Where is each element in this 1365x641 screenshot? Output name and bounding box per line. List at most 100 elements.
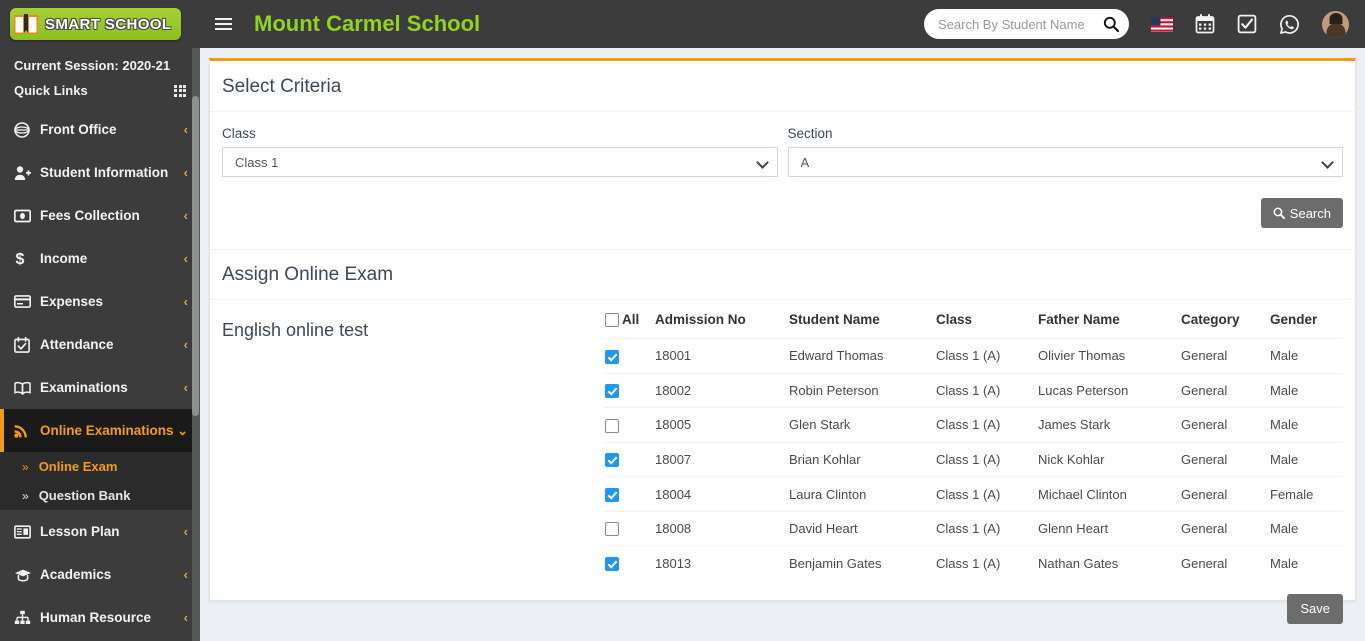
row-checkbox[interactable] [605,557,619,571]
sidebar-item-academics[interactable]: Academics ‹ [0,553,200,596]
sidebar-item-label: Student Information [40,165,168,180]
section-label: Section [788,126,1344,141]
hamburger-icon[interactable] [206,0,240,48]
chevron-left-icon: ‹ [184,294,188,309]
cell-student-name: Brian Kohlar [789,442,936,477]
cell-class: Class 1 (A) [936,442,1038,477]
search-button-label: Search [1290,206,1331,221]
sidebar-item-student-information[interactable]: Student Information ‹ [0,151,200,194]
assign-exam-header: Assign Online Exam [210,250,1355,300]
sidebar-scrollbar-thumb[interactable] [192,96,199,416]
cell-student-name: Robin Peterson [789,373,936,408]
logo-text: SMART SCHOOL [45,16,171,33]
th-category: Category [1181,312,1270,339]
criteria-form: Class Class 1 Section A [210,112,1355,228]
content-panel: Select Criteria Class Class 1 Section [209,58,1356,601]
row-checkbox[interactable] [605,350,619,364]
whatsapp-icon[interactable] [1279,14,1300,35]
exam-name: English online test [222,312,605,580]
sidebar-item-lesson-plan[interactable]: Lesson Plan ‹ [0,510,200,553]
row-checkbox[interactable] [605,488,619,502]
cell-class: Class 1 (A) [936,339,1038,374]
students-table: All Admission No Student Name Class Fath… [605,312,1343,580]
sidebar-subitem-online-exam[interactable]: » Online Exam [0,452,200,481]
section-select-wrap[interactable]: A [788,147,1344,177]
th-student-name: Student Name [789,312,936,339]
th-father-name: Father Name [1038,312,1181,339]
search-icon [1273,207,1285,219]
quick-links-label: Quick Links [14,83,88,98]
double-chevron-right-icon: » [22,460,29,474]
checkbox-task-icon[interactable] [1237,14,1257,34]
row-select-cell [605,373,655,408]
sidebar-item-fees-collection[interactable]: Fees Collection ‹ [0,194,200,237]
cell-admission-no: 18007 [655,442,789,477]
cell-admission-no: 18013 [655,546,789,580]
cell-father-name: Glenn Heart [1038,511,1181,546]
sidebar-item-front-office[interactable]: Front Office ‹ [0,108,200,151]
page-title: Mount Carmel School [254,11,480,37]
sidebar-item-label: Income [40,251,87,266]
row-select-cell [605,511,655,546]
chevron-left-icon: ‹ [184,567,188,582]
search-button[interactable]: Search [1261,198,1343,228]
sidebar-subitem-question-bank[interactable]: » Question Bank [0,481,200,510]
grid-icon[interactable] [174,85,186,97]
sidebar-item-attendance[interactable]: Attendance ‹ [0,323,200,366]
cell-class: Class 1 (A) [936,373,1038,408]
row-checkbox[interactable] [605,453,619,467]
sidebar-item-expenses[interactable]: Expenses ‹ [0,280,200,323]
table-header-row: All Admission No Student Name Class Fath… [605,312,1343,339]
row-checkbox[interactable] [605,419,619,433]
search-box[interactable] [924,9,1129,39]
assign-exam-body: English online test All Admission No Stu… [210,300,1355,580]
table-row: 18005Glen StarkClass 1 (A)James StarkGen… [605,408,1343,443]
chevron-left-icon: ‹ [184,251,188,266]
section-select[interactable]: A [788,147,1344,177]
table-row: 18002Robin PetersonClass 1 (A)Lucas Pete… [605,373,1343,408]
row-checkbox[interactable] [605,384,619,398]
sitemap-icon [14,610,36,625]
us-flag-icon[interactable] [1151,17,1173,32]
cell-student-name: Glen Stark [789,408,936,443]
rss-icon [14,423,36,438]
topbar-actions [924,9,1365,39]
row-checkbox[interactable] [605,522,619,536]
cell-admission-no: 18004 [655,477,789,512]
sidebar-item-label: Fees Collection [40,208,140,223]
class-select[interactable]: Class 1 [222,147,778,177]
class-select-wrap[interactable]: Class 1 [222,147,778,177]
quick-links-row[interactable]: Quick Links [0,77,200,108]
select-criteria-title: Select Criteria [222,76,1343,98]
sidebar-item-label: Academics [40,567,111,582]
sidebar-item-examinations[interactable]: Examinations ‹ [0,366,200,409]
calendar-check-icon [14,337,36,353]
logo-badge: SMART SCHOOL [10,8,181,40]
search-input[interactable] [938,17,1103,32]
cell-category: General [1181,339,1270,374]
table-row: 18008David HeartClass 1 (A)Glenn HeartGe… [605,511,1343,546]
sidebar-item-label: Front Office [40,122,117,137]
cell-father-name: Nick Kohlar [1038,442,1181,477]
section-field-group: Section A [788,126,1344,177]
select-all-checkbox[interactable] [605,313,619,327]
sidebar-item-income[interactable]: $ Income ‹ [0,237,200,280]
save-button[interactable]: Save [1287,594,1343,624]
sidebar-item-human-resource[interactable]: Human Resource ‹ [0,596,200,639]
sidebar-item-online-examinations[interactable]: Online Examinations ⌄ [0,409,200,452]
calendar-icon[interactable] [1195,14,1215,34]
students-table-head: All Admission No Student Name Class Fath… [605,312,1343,339]
svg-text:$: $ [16,251,25,267]
cell-category: General [1181,546,1270,580]
select-all-label: All [622,312,639,327]
search-icon[interactable] [1103,16,1119,32]
th-admission-no: Admission No [655,312,789,339]
sidebar-item-label: Attendance [40,337,114,352]
assign-exam-title: Assign Online Exam [222,264,1343,286]
avatar[interactable] [1322,11,1349,38]
app-logo[interactable]: SMART SCHOOL [0,0,200,48]
cell-gender: Male [1270,373,1343,408]
sidebar-submenu: » Online Exam » Question Bank [0,452,200,510]
cell-category: General [1181,442,1270,477]
students-table-body: 18001Edward ThomasClass 1 (A)Olivier Tho… [605,339,1343,580]
